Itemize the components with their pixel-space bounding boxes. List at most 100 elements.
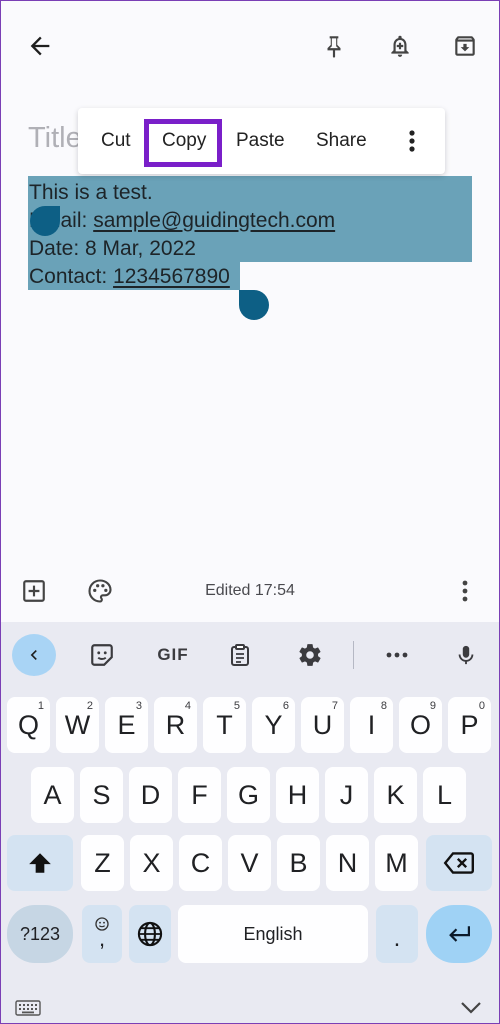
key-p[interactable]: P0 bbox=[448, 697, 491, 753]
key-label: X bbox=[142, 847, 161, 878]
selection-end-handle[interactable] bbox=[239, 290, 269, 320]
note-line-email[interactable]: Email: sample@guidingtech.com bbox=[29, 209, 335, 233]
key-d[interactable]: D bbox=[129, 767, 172, 823]
shift-key[interactable] bbox=[7, 835, 73, 891]
period-key[interactable]: . bbox=[376, 905, 418, 963]
key-j[interactable]: J bbox=[325, 767, 368, 823]
keyboard-switch-button[interactable] bbox=[14, 998, 42, 1018]
key-i[interactable]: I8 bbox=[350, 697, 393, 753]
emoji-comma-key[interactable]: , bbox=[82, 905, 122, 963]
key-label: C bbox=[190, 847, 211, 878]
email-link[interactable]: sample@guidingtech.com bbox=[93, 209, 335, 232]
key-label: B bbox=[289, 847, 308, 878]
voice-input-button[interactable] bbox=[449, 638, 483, 672]
key-a[interactable]: A bbox=[31, 767, 74, 823]
key-label: Z bbox=[94, 847, 111, 878]
backspace-icon bbox=[443, 852, 474, 874]
gif-button[interactable]: GIF bbox=[150, 638, 196, 672]
hide-keyboard-button[interactable] bbox=[456, 996, 486, 1020]
archive-button[interactable] bbox=[447, 28, 483, 64]
more-options-button[interactable] bbox=[400, 108, 424, 174]
key-w[interactable]: W2 bbox=[56, 697, 99, 753]
back-button[interactable] bbox=[22, 28, 58, 64]
symbols-key[interactable]: ?123 bbox=[7, 905, 73, 963]
globe-icon bbox=[137, 921, 163, 947]
space-key[interactable]: English bbox=[178, 905, 368, 963]
key-b[interactable]: B bbox=[277, 835, 320, 891]
key-label: J bbox=[339, 779, 354, 810]
key-o[interactable]: O9 bbox=[399, 697, 442, 753]
key-h[interactable]: H bbox=[276, 767, 319, 823]
gear-icon bbox=[299, 644, 321, 666]
backspace-key[interactable] bbox=[426, 835, 492, 891]
pin-icon bbox=[327, 36, 341, 58]
clipboard-button[interactable] bbox=[223, 638, 257, 672]
note-line-date[interactable]: Date: 8 Mar, 2022 bbox=[29, 237, 196, 261]
key-label: Q bbox=[17, 709, 39, 740]
reminder-button[interactable] bbox=[382, 28, 418, 64]
key-label: V bbox=[240, 847, 259, 878]
keyboard-collapse-toolbar-button[interactable] bbox=[12, 634, 56, 676]
key-l[interactable]: L bbox=[423, 767, 466, 823]
key-label: L bbox=[436, 779, 453, 810]
key-label: R bbox=[165, 709, 186, 740]
key-number-hint: 6 bbox=[282, 700, 289, 712]
keyboard-settings-button[interactable] bbox=[293, 638, 327, 672]
key-number-hint: 4 bbox=[184, 700, 191, 712]
key-label: E bbox=[117, 709, 136, 740]
note-line-contact[interactable]: Contact: 1234567890 bbox=[29, 265, 230, 289]
clipboard-icon bbox=[231, 644, 249, 666]
key-e[interactable]: E3 bbox=[105, 697, 148, 753]
key-label: G bbox=[237, 779, 259, 810]
note-line-text: Date: 8 Mar, 2022 bbox=[29, 237, 196, 260]
share-menu-item[interactable]: Share bbox=[316, 108, 367, 174]
sticker-button[interactable] bbox=[85, 638, 119, 672]
key-c[interactable]: C bbox=[179, 835, 222, 891]
key-number-hint: 8 bbox=[380, 700, 387, 712]
phone-link[interactable]: 1234567890 bbox=[113, 265, 230, 288]
key-g[interactable]: G bbox=[227, 767, 270, 823]
key-label: K bbox=[386, 779, 405, 810]
key-y[interactable]: Y6 bbox=[252, 697, 295, 753]
edited-timestamp: Edited 17:54 bbox=[205, 582, 295, 599]
paste-menu-item[interactable]: Paste bbox=[236, 108, 285, 174]
text-context-menu: Cut Copy Paste Share bbox=[78, 108, 445, 174]
key-u[interactable]: U7 bbox=[301, 697, 344, 753]
key-label: U bbox=[312, 709, 333, 740]
note-line[interactable]: This is a test. bbox=[29, 181, 153, 205]
chevron-down-icon bbox=[461, 1002, 481, 1014]
key-f[interactable]: F bbox=[178, 767, 221, 823]
toolbar-divider bbox=[353, 641, 354, 669]
title-input[interactable]: Title bbox=[28, 122, 82, 155]
key-number-hint: 0 bbox=[478, 700, 485, 712]
microphone-icon bbox=[458, 645, 474, 665]
enter-key[interactable] bbox=[426, 905, 492, 963]
key-r[interactable]: R4 bbox=[154, 697, 197, 753]
key-m[interactable]: M bbox=[375, 835, 418, 891]
key-n[interactable]: N bbox=[326, 835, 369, 891]
more-vert-icon bbox=[462, 580, 468, 602]
note-menu-button[interactable] bbox=[452, 575, 478, 607]
cut-menu-item[interactable]: Cut bbox=[101, 108, 131, 174]
comma-label: , bbox=[98, 926, 106, 951]
language-key[interactable] bbox=[129, 905, 171, 963]
key-t[interactable]: T5 bbox=[203, 697, 246, 753]
key-z[interactable]: Z bbox=[81, 835, 124, 891]
pin-button[interactable] bbox=[316, 28, 352, 64]
key-number-hint: 3 bbox=[135, 700, 142, 712]
key-s[interactable]: S bbox=[80, 767, 123, 823]
key-label: N bbox=[337, 847, 358, 878]
shift-icon bbox=[29, 853, 51, 873]
note-line-text: Contact: bbox=[29, 265, 114, 288]
more-tools-button[interactable] bbox=[380, 638, 414, 672]
selection-start-handle[interactable] bbox=[30, 206, 60, 236]
key-k[interactable]: K bbox=[374, 767, 417, 823]
key-q[interactable]: Q1 bbox=[7, 697, 50, 753]
note-line-text: This is a test. bbox=[29, 181, 153, 204]
arrow-back-icon bbox=[30, 36, 50, 56]
archive-icon bbox=[455, 36, 475, 56]
key-v[interactable]: V bbox=[228, 835, 271, 891]
key-label: W bbox=[64, 709, 91, 740]
copy-menu-item[interactable]: Copy bbox=[162, 108, 206, 174]
key-x[interactable]: X bbox=[130, 835, 173, 891]
